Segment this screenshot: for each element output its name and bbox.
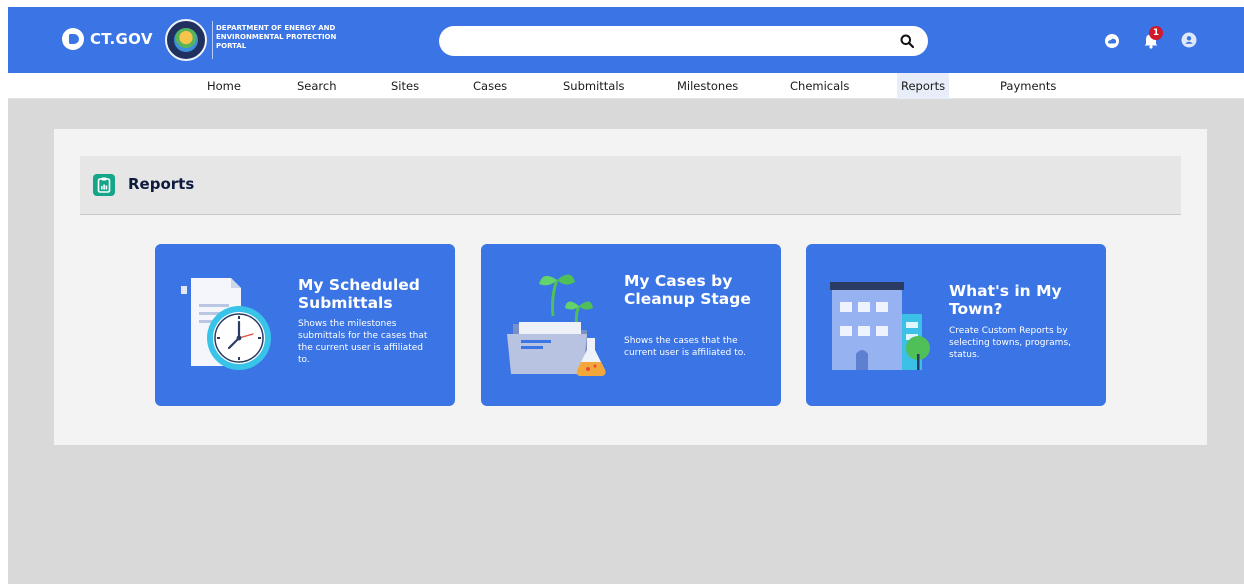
tile-title: My Cases by Cleanup Stage	[624, 272, 751, 308]
search-bar	[439, 26, 928, 56]
reports-title: Reports	[128, 175, 195, 193]
reports-card-header: Reports	[80, 156, 1181, 215]
search-input[interactable]	[455, 31, 895, 51]
tile-description: Shows the milestones submittals for the …	[298, 319, 428, 365]
notification-badge: 1	[1149, 26, 1163, 40]
state-seal-icon	[165, 19, 207, 61]
tile-my-cases-by-cleanup-stage[interactable]: My Cases by Cleanup Stage Shows the case…	[481, 244, 781, 406]
ct-gov-logo[interactable]: CT.GOV	[62, 28, 153, 50]
document-clock-icon	[181, 278, 271, 370]
tile-title: What's in My Town?	[949, 282, 1062, 318]
nav-item-submittals[interactable]: Submittals	[559, 73, 629, 99]
cloud-icon[interactable]	[1104, 33, 1120, 49]
nav-item-sites[interactable]: Sites	[387, 73, 423, 99]
nav-item-milestones[interactable]: Milestones	[673, 73, 742, 99]
nav-item-payments[interactable]: Payments	[996, 73, 1060, 99]
nav-item-cases[interactable]: Cases	[469, 73, 511, 99]
user-avatar-icon[interactable]	[1181, 32, 1197, 48]
tile-whats-in-my-town[interactable]: What's in My Town? Create Custom Reports…	[806, 244, 1106, 406]
main-nav: Home Search Sites Cases Submittals Miles…	[8, 73, 1244, 99]
department-name: DEPARTMENT OF ENERGY AND ENVIRONMENTAL P…	[216, 24, 337, 50]
nav-item-chemicals[interactable]: Chemicals	[786, 73, 853, 99]
tile-description: Create Custom Reports by selecting towns…	[949, 326, 1071, 360]
nav-item-reports[interactable]: Reports	[897, 73, 950, 99]
tile-description: Shows the cases that the current user is…	[624, 336, 746, 358]
building-tree-icon	[830, 282, 930, 370]
app-frame: CT.GOV DEPARTMENT OF ENERGY AND ENVIRONM…	[8, 7, 1244, 584]
tile-my-scheduled-submittals[interactable]: My Scheduled Submittals Shows the milest…	[155, 244, 455, 406]
top-header: CT.GOV DEPARTMENT OF ENERGY AND ENVIRONM…	[8, 7, 1244, 73]
logo-text: CT.GOV	[90, 30, 153, 48]
tile-title: My Scheduled Submittals	[298, 276, 420, 312]
nav-item-search[interactable]: Search	[293, 73, 341, 99]
folder-sprout-icon	[507, 274, 606, 376]
ct-logo-icon	[62, 28, 84, 50]
reports-panel: Reports My Scheduled Submittals Shows th…	[54, 129, 1207, 445]
nav-item-home[interactable]: Home	[203, 73, 245, 99]
header-divider	[212, 21, 213, 59]
search-icon[interactable]	[900, 34, 914, 48]
clipboard-chart-icon	[93, 174, 115, 196]
